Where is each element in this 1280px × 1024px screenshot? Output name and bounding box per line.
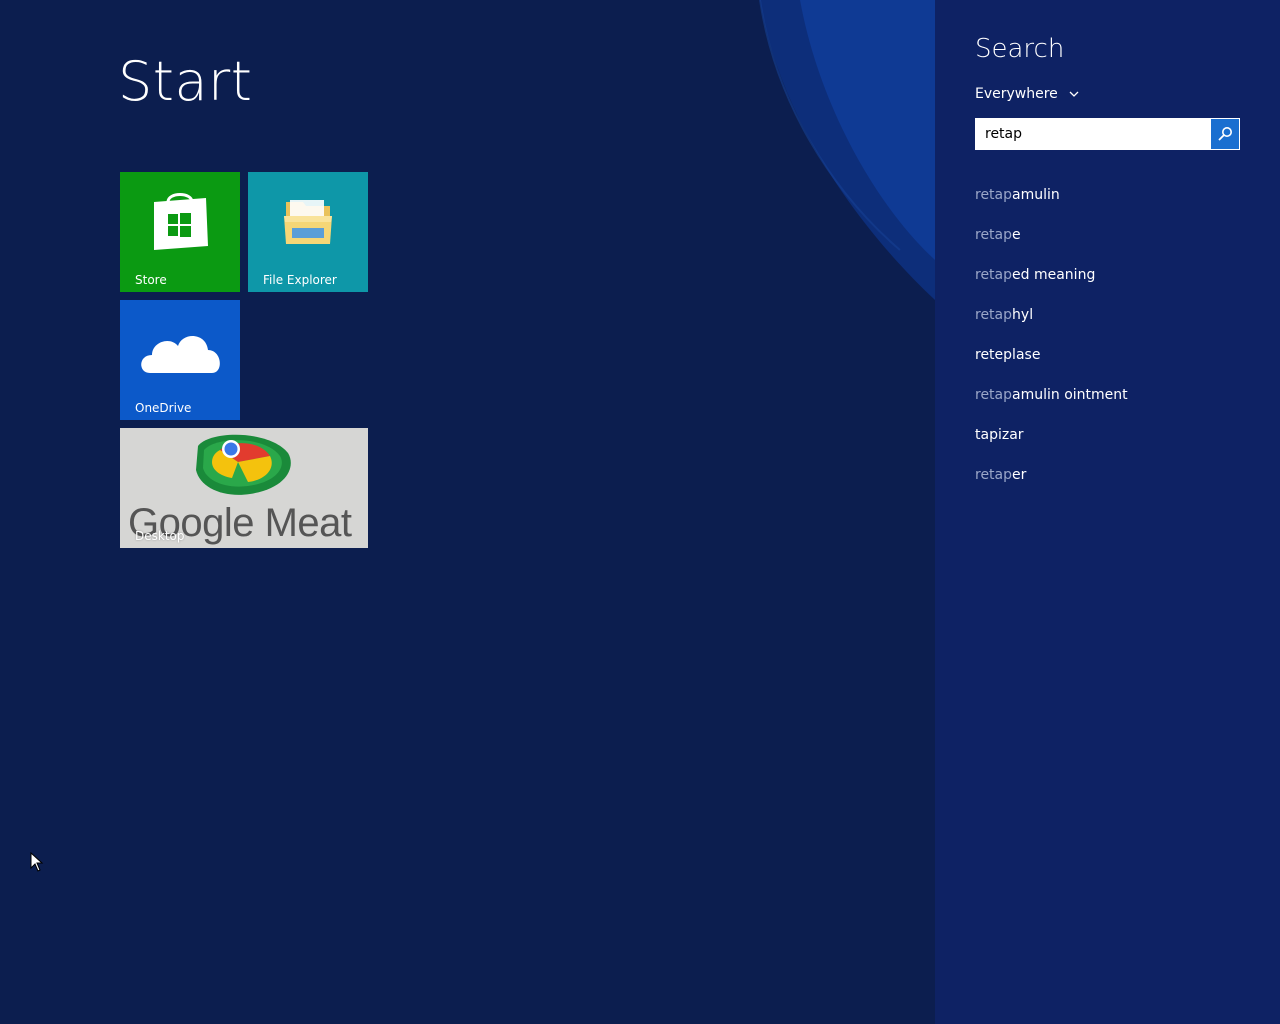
search-submit-button[interactable]: [1210, 118, 1240, 150]
file-explorer-tile[interactable]: File Explorer: [248, 172, 368, 292]
mouse-cursor-icon: [30, 852, 44, 872]
store-tile-label: Store: [135, 273, 167, 287]
search-scope-label: Everywhere: [975, 86, 1058, 102]
search-icon: [1218, 127, 1232, 141]
search-suggestion[interactable]: retaped meaning: [975, 263, 1265, 303]
desktop-tile-label: Desktop: [135, 529, 185, 543]
search-scope-dropdown[interactable]: Everywhere: [975, 86, 1080, 102]
search-suggestions-list: retapamulin retape retaped meaning retap…: [975, 183, 1265, 503]
store-tile[interactable]: Store: [120, 172, 240, 292]
search-suggestion[interactable]: tapizar: [975, 423, 1265, 463]
search-suggestion[interactable]: retaphyl: [975, 303, 1265, 343]
chevron-down-icon: [1069, 91, 1079, 97]
search-suggestion[interactable]: retape: [975, 223, 1265, 263]
search-input[interactable]: [975, 120, 1210, 148]
start-title: Start: [118, 50, 253, 113]
onedrive-tile[interactable]: OneDrive: [120, 300, 240, 420]
search-suggestion[interactable]: retapamulin: [975, 183, 1265, 223]
search-charm-pane: Search Everywhere retapamulin retape ret…: [935, 0, 1280, 1024]
desktop-tile[interactable]: Google Meat Desktop: [120, 428, 368, 548]
search-pane-title: Search: [975, 34, 1065, 64]
search-box: [975, 118, 1240, 150]
search-suggestion[interactable]: retapamulin ointment: [975, 383, 1265, 423]
file-explorer-tile-label: File Explorer: [263, 273, 337, 287]
search-suggestion[interactable]: retaper: [975, 463, 1265, 503]
onedrive-tile-label: OneDrive: [135, 401, 192, 415]
search-suggestion[interactable]: reteplase: [975, 343, 1265, 383]
start-screen: Start Store File Explorer OneDrive Googl…: [0, 0, 935, 1024]
